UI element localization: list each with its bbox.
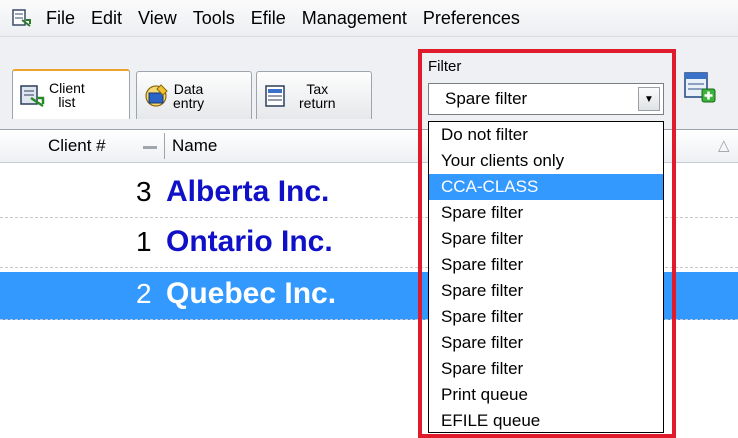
menu-file[interactable]: File (38, 8, 83, 29)
filter-selected-value: Spare filter (445, 89, 528, 108)
filter-option[interactable]: Spare filter (429, 252, 663, 278)
data-entry-icon (143, 83, 169, 109)
filter-option[interactable]: Spare filter (429, 200, 663, 226)
app-icon (12, 9, 32, 27)
filter-option[interactable]: Spare filter (429, 226, 663, 252)
tab-client-list[interactable]: Client list (12, 69, 130, 119)
tab-data-entry[interactable]: Data entry (136, 71, 252, 119)
filter-label: Filter (428, 58, 462, 75)
menu-preferences[interactable]: Preferences (415, 8, 528, 29)
filter-option[interactable]: Spare filter (429, 330, 663, 356)
client-name: Ontario Inc. (166, 225, 333, 258)
client-number: 3 (136, 176, 152, 207)
sort-triangle-icon: △ (718, 137, 730, 154)
filter-option[interactable]: Print queue (429, 382, 663, 408)
client-number: 2 (136, 278, 152, 309)
menu-edit[interactable]: Edit (83, 8, 130, 29)
menu-bar: File Edit View Tools Efile Management Pr… (0, 0, 738, 37)
client-name: Quebec Inc. (166, 277, 337, 310)
add-client-icon[interactable] (683, 70, 717, 104)
filter-dropdown-list: Do not filter Your clients only CCA-CLAS… (428, 121, 664, 433)
column-header-name[interactable]: Name (172, 136, 217, 156)
filter-option[interactable]: Spare filter (429, 356, 663, 382)
filter-option[interactable]: Spare filter (429, 304, 663, 330)
column-header-client-number[interactable]: Client # (48, 136, 106, 156)
tab-client-list-label-2: list (58, 94, 76, 110)
menu-efile[interactable]: Efile (243, 8, 294, 29)
menu-tools[interactable]: Tools (185, 8, 243, 29)
filter-option[interactable]: Your clients only (429, 148, 663, 174)
tab-tax-return-label-2: return (299, 94, 336, 111)
tab-tax-return[interactable]: Tax return (256, 71, 372, 119)
menu-management[interactable]: Management (294, 8, 415, 29)
client-name: Alberta Inc. (166, 175, 330, 208)
filter-option-highlighted[interactable]: CCA-CLASS (429, 174, 663, 200)
client-list-icon (19, 82, 45, 108)
dropdown-arrow-icon[interactable]: ▼ (638, 87, 660, 111)
tab-data-entry-label-2: entry (173, 94, 205, 111)
filter-select[interactable]: Spare filter ▼ (428, 83, 664, 115)
filter-option[interactable]: Do not filter (429, 122, 663, 148)
tax-return-icon (263, 83, 289, 109)
filter-option[interactable]: EFILE queue (429, 408, 663, 434)
filter-option[interactable]: Spare filter (429, 278, 663, 304)
menu-view[interactable]: View (130, 8, 185, 29)
sort-indicator-icon (143, 146, 157, 149)
column-divider[interactable] (164, 133, 165, 159)
client-number: 1 (136, 226, 152, 257)
